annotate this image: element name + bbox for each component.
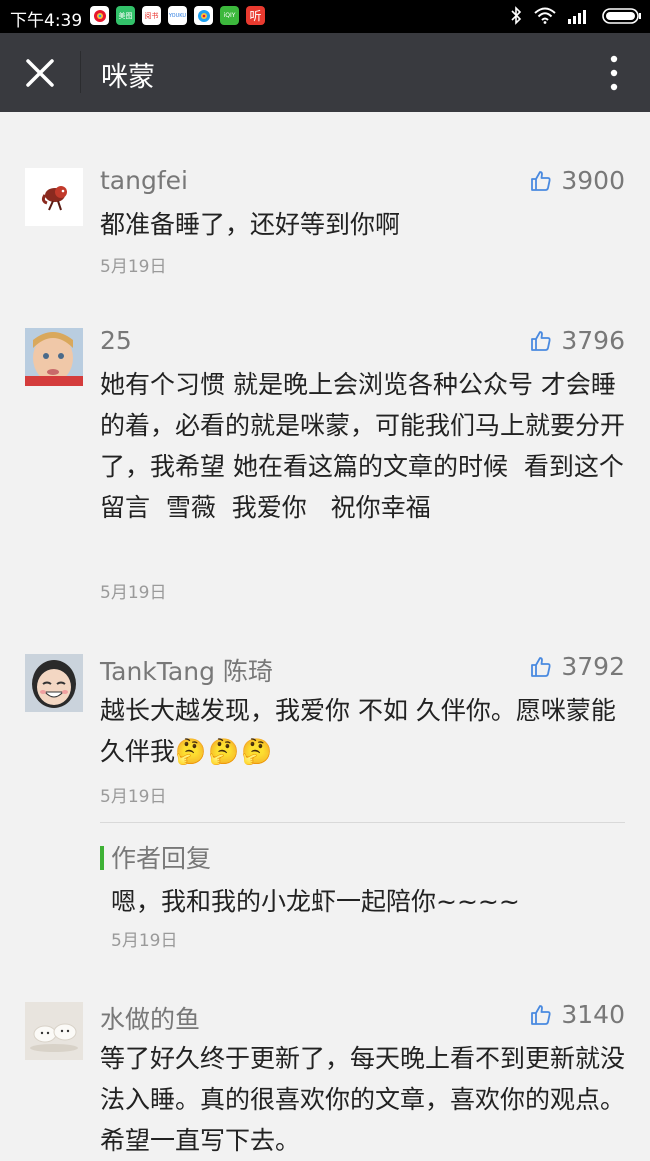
thumbs-up-icon xyxy=(531,170,551,191)
reply-accent-bar xyxy=(100,846,104,870)
top-navbar: 咪蒙 xyxy=(0,33,650,112)
comment-text: 都准备睡了，还好等到你啊 xyxy=(100,210,401,239)
avatar[interactable] xyxy=(25,654,83,712)
reply-divider xyxy=(100,822,625,823)
thinking-emoji-icon: 🤔🤔🤔 xyxy=(175,737,275,766)
reply-label: 作者回复 xyxy=(111,844,212,873)
page-title: 咪蒙 xyxy=(101,62,155,93)
wifi-icon xyxy=(534,7,556,24)
like-button[interactable]: 3900 xyxy=(529,166,625,195)
commenter-name[interactable]: 25 xyxy=(100,326,132,355)
youku-app-icon: YOUKU xyxy=(168,6,187,25)
comment-date: 5月19日 xyxy=(100,257,167,277)
like-button[interactable]: 3796 xyxy=(529,326,625,355)
more-options-icon[interactable] xyxy=(608,55,620,91)
commenter-name[interactable]: TankTang 陈琦 xyxy=(100,652,273,688)
like-count: 3792 xyxy=(561,652,625,681)
comment-date: 5月19日 xyxy=(100,787,167,807)
comment-text: 她有个习惯 就是晚上会浏览各种公众号 才会睡的着，必看的就是咪蒙，可能我们马上就… xyxy=(100,370,626,522)
notification-icons: 美图 阅书 YOUKU iQIY 听 xyxy=(90,6,265,25)
like-count: 3900 xyxy=(561,166,625,195)
avatar[interactable] xyxy=(25,168,83,226)
reply-text: 嗯，我和我的小龙虾一起陪你~~~~ xyxy=(111,887,520,916)
comment-text: 越长大越发现，我爱你 不如 久伴你。愿咪蒙能久伴我🤔🤔🤔 xyxy=(100,690,625,772)
like-count: 3796 xyxy=(561,326,625,355)
weibo-app-icon xyxy=(90,6,109,25)
commenter-name[interactable]: tangfei xyxy=(100,166,188,195)
iqiyi-app-icon: iQIY xyxy=(220,6,239,25)
battery-icon xyxy=(602,7,641,24)
like-count: 3140 xyxy=(561,1000,625,1029)
like-button[interactable]: 3140 xyxy=(529,1000,625,1029)
ting-app-icon: 听 xyxy=(246,6,265,25)
comment-date: 5月19日 xyxy=(100,583,167,603)
commenter-name[interactable]: 水做的鱼 xyxy=(100,1000,200,1036)
avatar[interactable] xyxy=(25,328,83,386)
thumbs-up-icon xyxy=(531,1004,551,1025)
weibo-app-icon-2 xyxy=(194,6,213,25)
bluetooth-icon xyxy=(511,6,522,25)
thumbs-up-icon xyxy=(531,330,551,351)
close-icon[interactable] xyxy=(20,53,60,93)
reply-date: 5月19日 xyxy=(111,931,178,951)
signal-icon xyxy=(568,9,586,24)
avatar[interactable] xyxy=(25,1002,83,1060)
like-button[interactable]: 3792 xyxy=(529,652,625,681)
reader-app-icon: 阅书 xyxy=(142,6,161,25)
status-bar: 下午4:39 美图 阅书 YOUKU iQIY 听 xyxy=(0,0,650,33)
nav-divider xyxy=(80,51,81,93)
comment-text: 等了好久终于更新了，每天晚上看不到更新就没法入睡。真的很喜欢你的文章，喜欢你的观… xyxy=(100,1044,626,1155)
thumbs-up-icon xyxy=(531,656,551,677)
meitu-app-icon: 美图 xyxy=(116,6,135,25)
system-icons xyxy=(510,6,642,25)
status-time: 下午4:39 xyxy=(10,11,83,31)
